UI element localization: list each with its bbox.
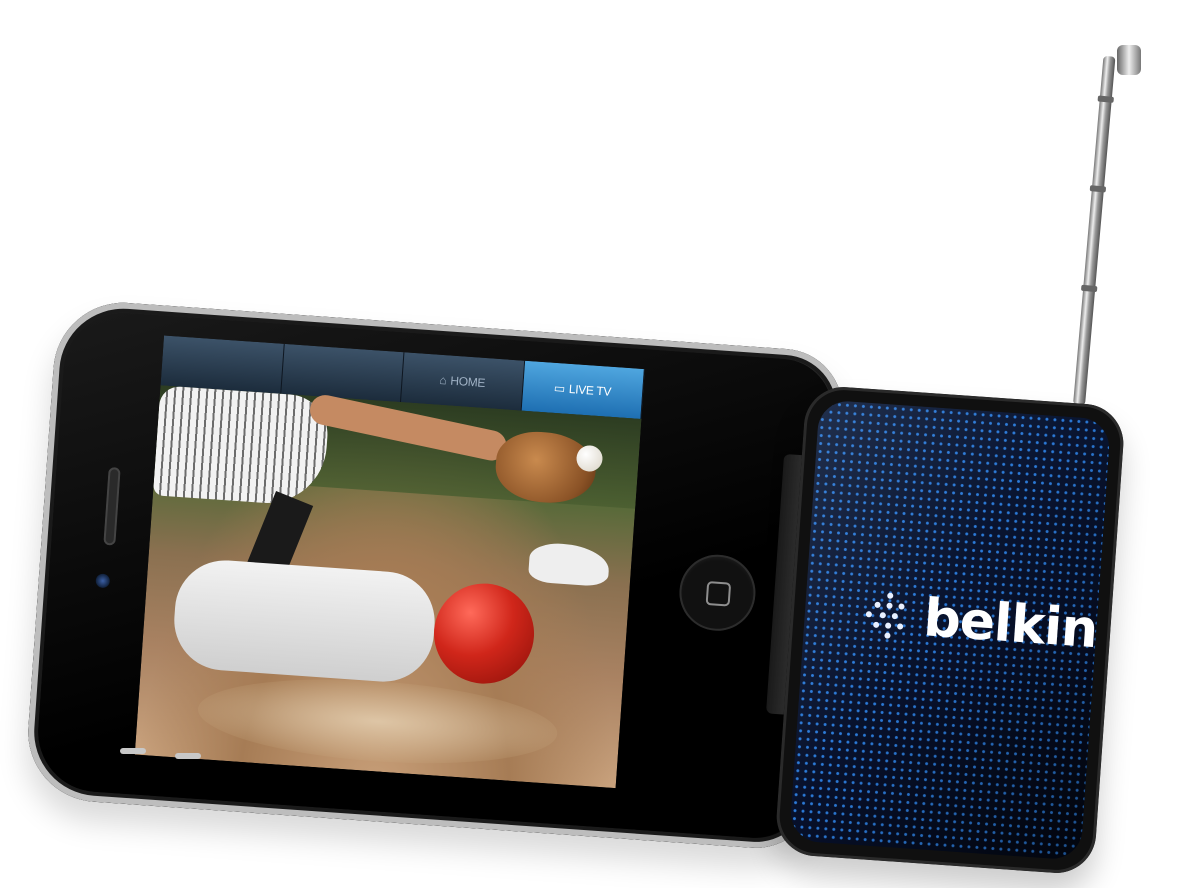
belkin-mark-icon [864, 591, 913, 640]
tab-label: HOME [449, 373, 486, 391]
phone: ⌂ HOME ▭ LIVE TV [23, 298, 847, 852]
volume-button [120, 748, 146, 754]
tab-home[interactable]: ⌂ HOME [400, 352, 525, 411]
brand-name: belkin [921, 588, 1100, 661]
batting-helmet [430, 580, 538, 687]
antenna-tip [1117, 45, 1141, 75]
runner-body [170, 557, 438, 685]
phone-screen: ⌂ HOME ▭ LIVE TV [134, 335, 645, 789]
tab-blank-1[interactable] [160, 335, 285, 394]
tab-label: LIVE TV [568, 381, 612, 399]
tv-tuner: belkin [773, 384, 1127, 876]
tab-blank-2[interactable] [280, 343, 405, 403]
product-photo: ⌂ HOME ▭ LIVE TV belkin [0, 0, 1196, 888]
antenna [1073, 55, 1116, 406]
antenna-joint [1097, 95, 1114, 103]
tv-icon: ▭ [553, 380, 566, 396]
live-video[interactable] [134, 385, 642, 789]
tab-live-tv[interactable]: ▭ LIVE TV [521, 360, 645, 420]
antenna-joint [1089, 185, 1107, 193]
dust-cloud [195, 668, 561, 774]
antenna-joint [1080, 284, 1098, 293]
volume-button [175, 753, 201, 759]
runner-shoe [527, 541, 611, 588]
home-icon: ⌂ [438, 372, 447, 388]
fielder-legs [152, 385, 331, 507]
